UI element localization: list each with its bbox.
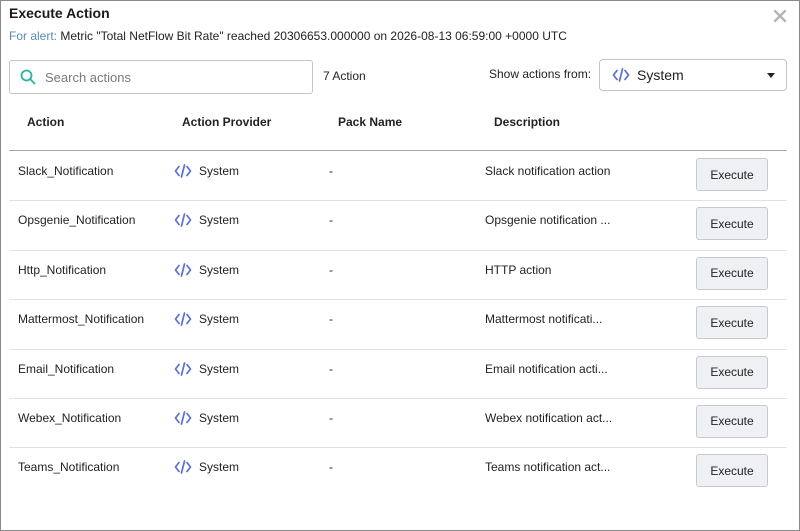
action-provider: System xyxy=(174,213,239,227)
action-description: Opsgenie notification ... xyxy=(485,213,611,228)
alert-text: Metric "Total NetFlow Bit Rate" reached … xyxy=(60,29,567,43)
action-name: Opsgenie_Notification xyxy=(18,213,136,228)
search-icon xyxy=(20,69,36,85)
execute-button[interactable]: Execute xyxy=(696,454,768,488)
execute-button[interactable]: Execute xyxy=(696,404,768,438)
action-name: Teams_Notification xyxy=(18,460,120,475)
action-provider: System xyxy=(174,164,239,178)
execute-button[interactable]: Execute xyxy=(696,256,768,290)
search-box[interactable] xyxy=(9,60,313,94)
code-icon xyxy=(174,312,192,327)
column-header-action[interactable]: Action xyxy=(27,115,64,129)
action-description: Teams notification act... xyxy=(485,460,611,475)
action-name: Slack_Notification xyxy=(18,164,114,178)
table-row: Teams_Notification System - Teams notifi… xyxy=(9,448,787,497)
pack-name: - xyxy=(329,262,333,277)
action-description: Webex notification act... xyxy=(485,410,613,425)
code-icon xyxy=(174,164,192,178)
execute-button[interactable]: Execute xyxy=(696,355,768,389)
action-name: Webex_Notification xyxy=(18,410,122,425)
action-provider: System xyxy=(174,362,239,376)
pack-name: - xyxy=(329,361,333,376)
source-select[interactable]: System xyxy=(599,59,787,91)
code-icon xyxy=(174,213,192,228)
provider-label: System xyxy=(199,361,240,376)
provider-label: System xyxy=(199,262,240,277)
action-provider: System xyxy=(174,263,239,277)
column-header-pack[interactable]: Pack Name xyxy=(338,115,402,129)
actions-table-body: Slack_Notification System - Slack notifi… xyxy=(9,152,787,498)
action-description: Mattermost notificati... xyxy=(485,312,603,327)
source-select-value: System xyxy=(637,67,684,83)
code-icon xyxy=(174,262,192,277)
alert-info: For alert: Metric "Total NetFlow Bit Rat… xyxy=(9,29,567,43)
action-name: Mattermost_Notification xyxy=(18,312,145,327)
execute-button[interactable]: Execute xyxy=(696,207,768,241)
pack-name: - xyxy=(329,213,333,228)
execute-button[interactable]: Execute xyxy=(696,306,768,340)
action-name: Email_Notification xyxy=(18,361,115,376)
provider-label: System xyxy=(199,213,240,228)
action-provider: System xyxy=(174,460,239,474)
chevron-down-icon xyxy=(767,73,775,78)
code-icon xyxy=(174,361,192,376)
table-row: Slack_Notification System - Slack notifi… xyxy=(9,152,787,202)
dialog-title: Execute Action xyxy=(9,5,110,21)
alert-prefix: For alert: xyxy=(9,29,58,43)
pack-name: - xyxy=(329,460,333,475)
code-icon xyxy=(612,68,630,82)
table-header: Action Action Provider Pack Name Descrip… xyxy=(9,109,787,151)
action-name: Http_Notification xyxy=(18,262,107,277)
column-header-description[interactable]: Description xyxy=(494,115,560,129)
table-row: Webex_Notification System - Webex notifi… xyxy=(9,399,787,449)
action-provider: System xyxy=(174,312,239,326)
action-description: HTTP action xyxy=(485,262,552,277)
code-icon xyxy=(174,411,192,425)
table-row: Opsgenie_Notification System - Opsgenie … xyxy=(9,201,787,251)
table-row: Mattermost_Notification System - Matterm… xyxy=(9,300,787,350)
pack-name: - xyxy=(329,164,333,178)
action-description: Slack notification action xyxy=(485,164,611,178)
provider-label: System xyxy=(199,410,240,425)
show-actions-from-label: Show actions from: xyxy=(489,67,592,81)
pack-name: - xyxy=(329,312,333,327)
table-row: Email_Notification System - Email notifi… xyxy=(9,350,787,399)
search-input[interactable] xyxy=(45,69,295,85)
provider-label: System xyxy=(199,164,240,178)
code-icon xyxy=(174,460,192,475)
pack-name: - xyxy=(329,410,333,425)
provider-label: System xyxy=(199,312,240,327)
action-provider: System xyxy=(174,411,239,425)
provider-label: System xyxy=(199,460,240,475)
execute-action-dialog: Execute Action For alert: Metric "Total … xyxy=(0,0,800,531)
table-row: Http_Notification System - HTTP action E… xyxy=(9,251,787,301)
execute-button[interactable]: Execute xyxy=(696,158,768,191)
action-count: 7 Action xyxy=(323,69,366,83)
close-icon[interactable] xyxy=(773,9,787,23)
action-description: Email notification acti... xyxy=(485,361,608,376)
column-header-provider[interactable]: Action Provider xyxy=(182,115,271,129)
